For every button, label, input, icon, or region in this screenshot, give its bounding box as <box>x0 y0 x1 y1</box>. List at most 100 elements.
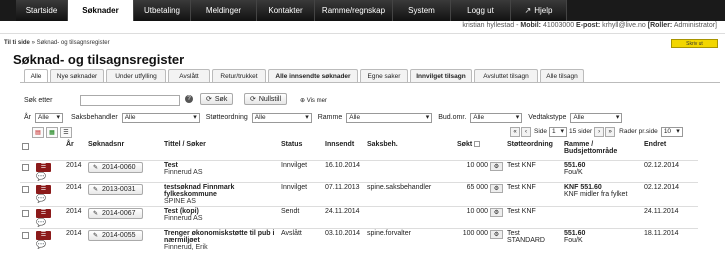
pager: « ‹ Side 1 15 sider › » Rader pr.side 10 <box>510 126 683 137</box>
breadcrumb-home[interactable]: Til ti side <box>4 40 30 46</box>
tab-nye-soknader[interactable]: Nye søknader <box>50 69 104 82</box>
row-menu-button[interactable]: ☰ <box>36 162 51 172</box>
row-sent: 24.11.2014 <box>323 205 365 228</box>
show-more-link[interactable]: ⊕ Vis mer <box>300 97 327 104</box>
row-frame: 551.60 <box>564 161 586 169</box>
nav-tab-utbetaling[interactable]: Utbetaling <box>134 0 191 21</box>
gear-icon[interactable]: ⚙ <box>490 161 503 171</box>
row-menu-button[interactable]: ☰ <box>36 230 51 240</box>
gear-icon[interactable]: ⚙ <box>490 229 503 239</box>
gear-icon[interactable]: ⚙ <box>490 207 503 217</box>
row-menu-button[interactable]: ☰ <box>36 184 51 194</box>
comment-icon[interactable]: 💬 <box>36 240 46 249</box>
row-title[interactable]: Test <box>164 162 277 169</box>
comments-icon[interactable]: 💬 <box>36 194 46 203</box>
col-status[interactable]: Status <box>279 140 323 160</box>
row-checkbox[interactable] <box>22 231 29 239</box>
prev-page-icon[interactable]: ‹ <box>521 126 531 137</box>
table-row[interactable]: ☰ 💬 2014 ✎ 2014-0067 Test (kopi) Finnerud … <box>20 205 698 228</box>
row-checkbox[interactable] <box>22 209 29 217</box>
col-changed[interactable]: Endret <box>642 140 698 160</box>
filter-budget-select[interactable]: Alle <box>470 112 523 123</box>
tab-alle-tilsagn[interactable]: Alle tilsagn <box>540 69 584 82</box>
case-button[interactable]: ✎ 2014-0055 <box>88 229 143 241</box>
col-amount[interactable]: Søkt <box>455 140 505 160</box>
search-button[interactable]: ⟳ Søk <box>200 93 234 105</box>
row-applicant: Finnerud, Erik <box>164 243 208 251</box>
case-button[interactable]: ✎ 2013-0031 <box>88 183 143 195</box>
nav-tab-kontakter[interactable]: Kontakter <box>257 0 315 21</box>
tab-innvilget-tilsagn[interactable]: Innvilget tilsagn <box>410 69 472 82</box>
case-button[interactable]: ✎ 2014-0067 <box>88 207 143 219</box>
page-select[interactable]: 1 <box>549 126 568 137</box>
tab-avslatt[interactable]: Avslått <box>168 69 210 82</box>
filter-year-label: År <box>24 114 31 121</box>
row-title[interactable]: Trenger økonomiskstøtte til pub i nærmil… <box>164 230 277 244</box>
tab-alle[interactable]: Alle <box>24 69 48 83</box>
col-handler[interactable]: Saksbeh. <box>365 140 455 160</box>
row-title[interactable]: testsøknad Finnmark fylkeskommune <box>164 184 277 198</box>
print-button[interactable]: Skriv ut <box>671 39 718 48</box>
nav-tab-logout[interactable]: Logg ut <box>451 0 511 21</box>
excel-icon[interactable]: ▦ <box>46 127 58 138</box>
external-link-icon: ↗ <box>524 6 532 15</box>
table-row[interactable]: ☰ 💬 2014 ✎ 2013-0031 testsøknad Finnmark … <box>20 181 698 206</box>
filter-year-select[interactable]: Alle <box>35 112 63 123</box>
column-settings-icon[interactable]: ☰ <box>60 127 72 138</box>
nav-tab-system[interactable]: System <box>393 0 451 21</box>
last-page-icon[interactable]: » <box>605 126 616 137</box>
case-button[interactable]: ✎ 2014-0060 <box>88 161 143 173</box>
help-label: Hjelp <box>534 6 553 15</box>
nav-tab-help[interactable]: ↗ Hjelp <box>511 0 567 21</box>
filter-scheme-select[interactable]: Alle <box>251 112 312 123</box>
case-number: 2014-0055 <box>102 231 136 239</box>
user-mobile: 41003000 <box>542 22 575 29</box>
next-page-icon[interactable]: › <box>594 126 605 137</box>
comment-icon[interactable]: 💬 <box>36 218 46 227</box>
pencil-icon: ✎ <box>93 164 99 171</box>
nav-tab-meldinger[interactable]: Meldinger <box>191 0 257 21</box>
row-scheme: Test KNF <box>505 181 562 206</box>
tab-retur-trukket[interactable]: Retur/trukket <box>212 69 266 82</box>
pdf-icon[interactable]: ▤ <box>32 127 44 138</box>
first-page-icon[interactable]: « <box>510 126 520 137</box>
nav-tab-soknader[interactable]: Søknader <box>68 0 134 21</box>
filter-decision-select[interactable]: Alle <box>570 112 623 123</box>
reset-button[interactable]: ⟳ Nullstill <box>244 93 288 105</box>
tab-alle-innsendte[interactable]: Alle innsendte søknader <box>268 69 358 82</box>
user-roles: Administrator] <box>673 22 717 29</box>
help-icon[interactable]: ? <box>185 95 193 103</box>
table-row[interactable]: ☰ 💬 2014 ✎ 2014-0055 Trenger økonomiskstø… <box>20 227 698 252</box>
pencil-icon: ✎ <box>93 210 99 217</box>
rows-select[interactable]: 10 <box>660 126 683 137</box>
page-count: 15 sider <box>569 128 593 135</box>
row-checkbox[interactable] <box>22 163 29 171</box>
filter-handler-select[interactable]: Alle <box>121 112 200 123</box>
col-nr[interactable]: Søknadsnr <box>86 140 162 160</box>
col-year[interactable]: År <box>64 140 86 160</box>
nav-tab-startside[interactable]: Startside <box>16 0 68 21</box>
tab-egne-saker[interactable]: Egne saker <box>360 69 408 82</box>
row-title[interactable]: Test (kopi) <box>164 208 277 215</box>
filter-frame-select[interactable]: Alle <box>346 112 433 123</box>
row-year: 2014 <box>64 227 86 252</box>
tab-avsluttet-tilsagn[interactable]: Avsluttet tilsagn <box>474 69 538 82</box>
table-row[interactable]: ☰ 💬 2014 ✎ 2014-0060 Test Finnerud AS Innv… <box>20 159 698 182</box>
pencil-icon: ✎ <box>93 232 99 239</box>
row-checkbox[interactable] <box>22 185 29 193</box>
comment-icon[interactable]: 💬 <box>36 172 46 181</box>
select-all-checkbox[interactable] <box>22 143 29 150</box>
gear-icon[interactable]: ⚙ <box>490 183 503 193</box>
nav-tab-ramme[interactable]: Ramme/regnskap <box>315 0 393 21</box>
col-title[interactable]: Tittel / Søker <box>162 140 279 160</box>
tab-under-utfylling[interactable]: Under utfylling <box>106 69 166 82</box>
col-sent[interactable]: Innsendt <box>323 140 365 160</box>
search-input[interactable] <box>80 94 180 106</box>
row-sent: 16.10.2014 <box>323 159 365 182</box>
breadcrumb-separator: » <box>31 40 35 46</box>
col-frame[interactable]: Ramme / Budsjettområde <box>562 140 642 160</box>
row-amount: 10 000 <box>466 207 488 215</box>
user-name: kristian hyllestad <box>462 22 515 29</box>
row-menu-button[interactable]: ☰ <box>36 208 51 218</box>
col-scheme[interactable]: Støtteordning <box>505 140 562 160</box>
